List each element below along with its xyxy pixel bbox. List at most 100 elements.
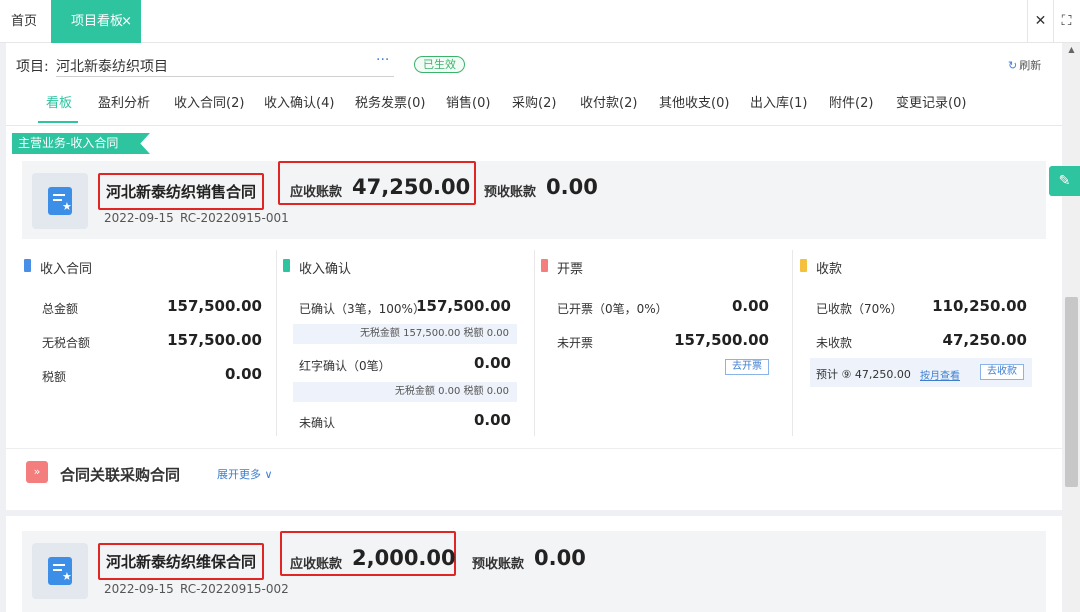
income-contract-column: 收入合同 总金额 157,500.00 无税合额 157,500.00 税额 0… bbox=[24, 250, 290, 438]
income-confirm-column: 收入确认 已确认（3笔，100%） 157,500.00 无税金额 157,50… bbox=[283, 250, 521, 438]
total-amount-label: 总金额 bbox=[42, 302, 79, 316]
refresh-label: 刷新 bbox=[1019, 59, 1042, 72]
yellow-bar-icon bbox=[800, 259, 807, 272]
receipt-title-text: 收款 bbox=[816, 262, 843, 277]
prepaid-value: 0.00 bbox=[534, 546, 586, 570]
receipt-title: 收款 bbox=[800, 258, 843, 277]
unconfirmed-value: 0.00 bbox=[473, 411, 511, 429]
income-contract-title: 收入合同 bbox=[24, 258, 93, 277]
tab-tax-invoice[interactable]: 税务发票(0) bbox=[355, 92, 425, 111]
receivable-value: 47,250.00 bbox=[352, 175, 471, 199]
prepaid-value: 0.00 bbox=[546, 175, 598, 199]
project-label: 项目: bbox=[16, 59, 49, 75]
tab-project-board-label: 项目看板 bbox=[71, 14, 124, 29]
receipt-plan-box: 预计 ⑨ 47,250.00 按月查看 去收款 bbox=[810, 358, 1032, 387]
income-contract-title-text: 收入合同 bbox=[40, 262, 93, 277]
total-amount-value: 157,500.00 bbox=[167, 297, 262, 315]
uninvoiced-label: 未开票 bbox=[557, 336, 594, 350]
scrollbar-thumb[interactable] bbox=[1065, 297, 1078, 487]
unreceived-label: 未收款 bbox=[816, 336, 853, 350]
vertical-scrollbar[interactable]: ▲ bbox=[1063, 43, 1080, 612]
green-bar-icon bbox=[283, 259, 290, 272]
expand-more-link[interactable]: 展开更多 ∨ bbox=[217, 466, 273, 482]
go-invoice-button[interactable]: 去开票 bbox=[725, 359, 769, 375]
tab-home[interactable]: 首页 bbox=[0, 0, 48, 43]
project-select-underline bbox=[56, 76, 394, 77]
unreceived-value: 47,250.00 bbox=[942, 331, 1027, 349]
red-confirm-note: 无税金额 0.00 税额 0.00 bbox=[293, 382, 517, 402]
confirmed-label: 已确认（3笔，100%） bbox=[299, 302, 425, 316]
tax-amount-value: 0.00 bbox=[224, 365, 262, 383]
status-badge: 已生效 bbox=[414, 56, 465, 73]
income-confirm-title: 收入确认 bbox=[283, 258, 352, 277]
double-chevron-down-icon[interactable]: » bbox=[26, 461, 48, 483]
contract-date: 2022-09-15 bbox=[104, 211, 174, 225]
invoiced-label: 已开票（0笔，0%） bbox=[557, 302, 668, 316]
contract-code: RC-20220915-001 bbox=[180, 211, 289, 225]
unconfirmed-label: 未确认 bbox=[299, 416, 336, 430]
receipt-plan-text: 预计 ⑨ 47,250.00 bbox=[816, 368, 911, 381]
go-receive-button[interactable]: 去收款 bbox=[980, 364, 1024, 380]
confirmed-value: 157,500.00 bbox=[416, 297, 511, 315]
edit-note-icon[interactable]: ✎ bbox=[1049, 166, 1080, 196]
column-divider bbox=[534, 250, 535, 436]
red-bar-icon bbox=[541, 259, 548, 272]
red-confirm-value: 0.00 bbox=[473, 354, 511, 372]
tab-sales[interactable]: 销售(0) bbox=[446, 92, 490, 111]
receivable-label: 应收账款 bbox=[290, 557, 343, 572]
scroll-up-icon[interactable]: ▲ bbox=[1063, 45, 1080, 54]
confirmed-note: 无税金额 157,500.00 税额 0.00 bbox=[293, 324, 517, 344]
active-tab-indicator bbox=[38, 121, 78, 123]
invoice-column: 开票 已开票（0笔，0%） 0.00 未开票 157,500.00 去开票 bbox=[541, 250, 781, 438]
column-divider bbox=[792, 250, 793, 436]
invoiced-value: 0.00 bbox=[731, 297, 769, 315]
tab-close-icon[interactable]: × bbox=[121, 0, 132, 43]
contract-title[interactable]: 河北新泰纺织维保合同 bbox=[98, 543, 265, 580]
red-confirm-label: 红字确认（0笔） bbox=[299, 359, 391, 373]
contract-icon: ★ bbox=[32, 543, 88, 599]
invoice-title-text: 开票 bbox=[557, 262, 584, 277]
notax-amount-value: 157,500.00 bbox=[167, 331, 262, 349]
receivable-value: 2,000.00 bbox=[352, 546, 456, 570]
tab-kanban[interactable]: 看板 bbox=[46, 92, 72, 111]
tab-income-contract[interactable]: 收入合同(2) bbox=[174, 92, 244, 111]
contract-header: ★ 河北新泰纺织销售合同 应收账款 47,250.00 预收账款 0.00 20… bbox=[22, 161, 1046, 239]
contract-title[interactable]: 河北新泰纺织销售合同 bbox=[98, 173, 265, 210]
view-monthly-link[interactable]: 按月查看 bbox=[920, 367, 960, 382]
sub-tab-divider bbox=[6, 125, 1062, 126]
project-select[interactable]: 河北新泰纺织项目 bbox=[56, 56, 168, 76]
refresh-button[interactable]: ↻ 刷新 bbox=[1008, 57, 1041, 73]
tab-profit[interactable]: 盈利分析 bbox=[98, 92, 150, 111]
invoice-title: 开票 bbox=[541, 258, 584, 277]
tab-project-board[interactable]: 项目看板 × bbox=[51, 0, 141, 43]
income-confirm-title-text: 收入确认 bbox=[299, 262, 352, 277]
contract-icon: ★ bbox=[32, 173, 88, 229]
more-icon[interactable]: ··· bbox=[376, 52, 389, 68]
uninvoiced-value: 157,500.00 bbox=[674, 331, 769, 349]
receivable-label: 应收账款 bbox=[290, 185, 343, 200]
tab-purchase[interactable]: 采购(2) bbox=[512, 92, 556, 111]
column-divider bbox=[276, 250, 277, 436]
contract-header: ★ 河北新泰纺织维保合同 应收账款 2,000.00 预收账款 0.00 202… bbox=[22, 531, 1046, 612]
section-ribbon: 主营业务-收入合同 bbox=[12, 133, 150, 154]
notax-amount-label: 无税合额 bbox=[42, 336, 91, 350]
tab-other-income-expense[interactable]: 其他收支(0) bbox=[659, 92, 729, 111]
fullscreen-icon[interactable]: ⛶ bbox=[1053, 0, 1079, 43]
tab-attachments[interactable]: 附件(2) bbox=[829, 92, 873, 111]
section-divider bbox=[6, 448, 1062, 449]
receipt-column: 收款 已收款（70%） 110,250.00 未收款 47,250.00 预计 … bbox=[800, 250, 1032, 438]
received-value: 110,250.00 bbox=[932, 297, 1027, 315]
blue-bar-icon bbox=[24, 259, 31, 272]
top-tab-bar: 首页 项目看板 × ✕ ⛶ bbox=[0, 0, 1080, 43]
prepaid-label: 预收账款 bbox=[484, 185, 537, 200]
received-label: 已收款（70%） bbox=[816, 302, 903, 316]
tax-amount-label: 税额 bbox=[42, 370, 67, 384]
prepaid-label: 预收账款 bbox=[472, 557, 525, 572]
tab-payments[interactable]: 收付款(2) bbox=[580, 92, 637, 111]
contract-date: 2022-09-15 bbox=[104, 582, 174, 596]
refresh-icon: ↻ bbox=[1008, 59, 1018, 72]
tab-change-log[interactable]: 变更记录(0) bbox=[896, 92, 966, 111]
close-window-icon[interactable]: ✕ bbox=[1027, 0, 1053, 43]
tab-warehouse[interactable]: 出入库(1) bbox=[750, 92, 807, 111]
tab-income-confirm[interactable]: 收入确认(4) bbox=[264, 92, 334, 111]
